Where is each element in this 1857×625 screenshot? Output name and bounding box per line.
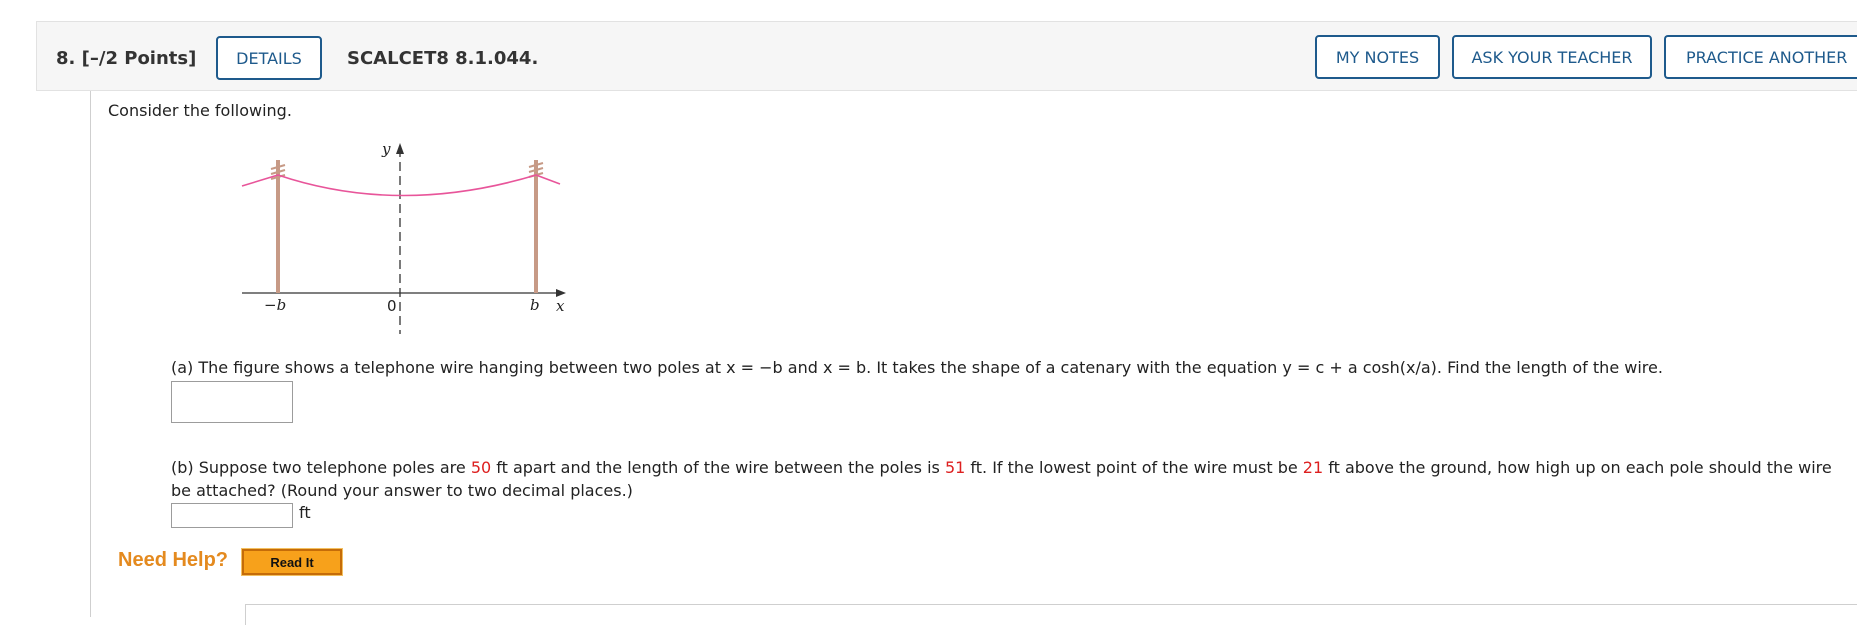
read-it-button[interactable]: Read It — [241, 548, 343, 576]
part-b-answer-input[interactable] — [171, 503, 293, 528]
question-number-label: 8. — [56, 48, 76, 69]
neg-b-label: −b — [264, 296, 286, 314]
part-b-text-3: ft. If the lowest point of the wire must… — [965, 458, 1303, 477]
question-number: 8. [–/2 Points] — [56, 48, 196, 69]
ask-your-teacher-button[interactable]: ASK YOUR TEACHER — [1452, 35, 1652, 79]
question-code: SCALCET8 8.1.044. — [347, 48, 539, 69]
part-b-unit: ft — [299, 503, 311, 522]
y-axis-label: y — [381, 140, 391, 158]
lowest-height-value: 21 — [1302, 458, 1324, 477]
bottom-panel — [245, 604, 1857, 625]
y-axis-arrow-icon — [396, 143, 404, 154]
b-label: b — [530, 296, 540, 314]
details-button[interactable]: DETAILS — [216, 36, 322, 80]
pole-distance-value: 50 — [470, 458, 492, 477]
x-axis-arrow-icon — [556, 289, 566, 297]
my-notes-button[interactable]: MY NOTES — [1315, 35, 1440, 79]
part-b-text-2: ft apart and the length of the wire betw… — [491, 458, 945, 477]
question-points: [–/2 Points] — [81, 48, 197, 69]
catenary-figure: y x −b 0 b — [241, 140, 566, 334]
part-a-text: (a) The figure shows a telephone wire ha… — [171, 358, 1663, 377]
telephone-wire — [241, 174, 561, 197]
content-left-border — [90, 91, 91, 617]
need-help-label: Need Help? — [118, 549, 229, 571]
origin-label: 0 — [387, 297, 397, 315]
part-b-text-1: (b) Suppose two telephone poles are — [171, 458, 471, 477]
intro-text: Consider the following. — [108, 101, 292, 120]
wire-length-value: 51 — [944, 458, 966, 477]
practice-another-button[interactable]: PRACTICE ANOTHER — [1664, 35, 1857, 79]
part-b-text: (b) Suppose two telephone poles are 50 f… — [171, 456, 1841, 502]
part-a-answer-input[interactable] — [171, 381, 293, 423]
x-axis-label: x — [556, 297, 565, 315]
